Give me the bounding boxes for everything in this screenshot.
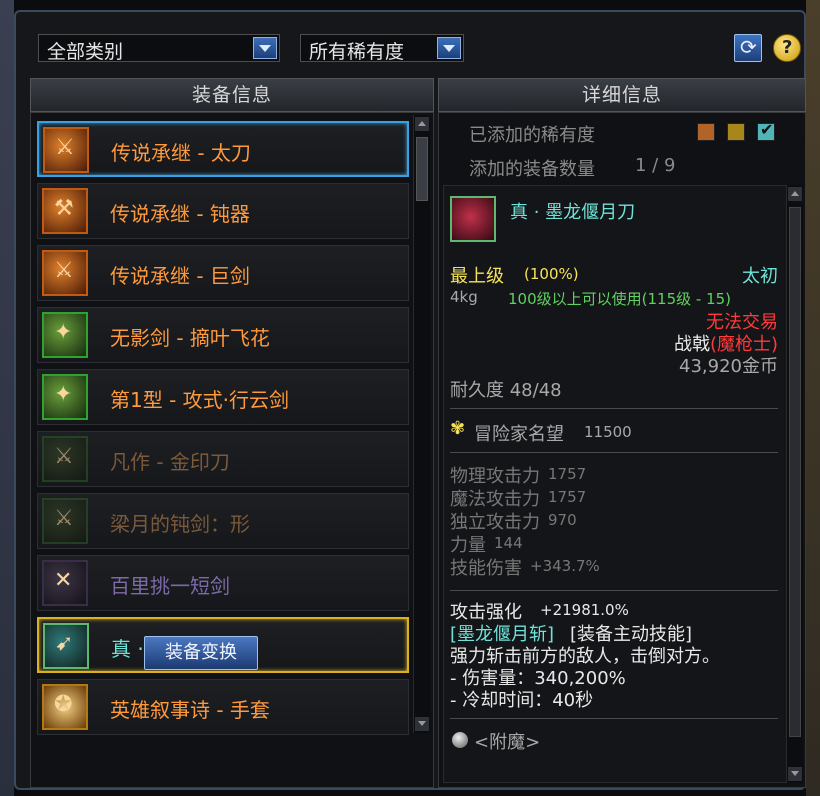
rarity-filter-rare[interactable] [697,123,715,141]
background-left [0,0,14,796]
katana-icon: ⚔ [43,127,89,173]
item-icon-glyph: ⚔ [54,506,74,531]
glove-icon: ✪ [42,684,88,730]
enchant-orb-icon [452,732,468,748]
blunt-icon: ⚒ [42,188,88,234]
scrollbar-thumb[interactable] [416,137,428,201]
scrollbar-thumb[interactable] [789,207,801,737]
shortsword-icon: ✕ [42,560,88,606]
sword-icon: ✦ [42,374,88,420]
divider [450,408,778,409]
rarity-filter-primeval-checked[interactable]: ✔ [757,120,775,141]
price-text: 43,920金币 [679,356,778,377]
sword-icon: ✦ [42,312,88,358]
enchant-text: <附魔> [474,732,541,753]
scroll-down-icon[interactable] [415,717,429,731]
fame-value: 11500 [584,423,632,441]
category-dropdown-value: 全部类别 [47,41,124,63]
rarity-dropdown-value: 所有稀有度 [309,41,405,63]
item-icon-glyph: ⚒ [54,196,74,221]
equipment-item[interactable]: ✕ 百里挑一短剑 [37,555,409,611]
item-icon-glyph: ✦ [54,320,73,345]
item-icon-glyph: ⚔ [54,258,74,283]
item-icon-glyph: ✪ [54,692,73,717]
equipment-item-name: 无影剑 - 摘叶飞花 [110,326,270,350]
item-icon-glyph: ⚔ [55,135,75,160]
added-count-label: 添加的装备数量 [469,159,595,180]
detail-info-header: 详细信息 [438,78,806,112]
equipment-list-panel: ⚔ 传说承继 - 太刀 ⚒ 传说承继 - 钝器 ⚔ 传说承继 - 巨剑 ✦ 无影剑 - 摘叶飞… [30,112,434,788]
tooltip-item-name: 真 · 墨龙偃月刀 [510,202,636,223]
scroll-up-icon[interactable] [788,187,802,201]
equipment-item-name: 凡作 - 金印刀 [110,450,230,474]
equipment-convert-button[interactable]: 装备变换 [144,636,258,670]
detail-scrollbar[interactable] [787,185,803,783]
item-icon-glyph: ➹ [55,631,74,656]
item-tooltip: 真 · 墨龙偃月刀 最上级 (100%) 太初 4kg 100级以上可以使用(1… [443,185,787,783]
skill-cooldown: - 冷却时间：40秒 [450,690,594,711]
stat-label: 技能伤害 [450,558,522,579]
crest-icon: ✾ [450,418,466,439]
equipment-item-name: 英雄叙事诗 - 手套 [110,698,270,722]
glaive-icon: ➹ [43,623,89,669]
stat-value: 970 [548,511,577,529]
fame-label: 冒险家名望 [474,424,564,445]
glaive-icon [450,196,496,242]
equipment-item[interactable]: ✦ 第1型 - 攻式·行云剑 [37,369,409,425]
equipment-item[interactable]: ⚔ 凡作 - 金印刀 [37,431,409,487]
scroll-up-icon[interactable] [415,117,429,131]
rarity-filter-unique[interactable] [727,123,745,141]
equipment-item[interactable]: ✦ 无影剑 - 摘叶飞花 [37,307,409,363]
weight-text: 4kg [450,288,478,306]
item-icon-glyph: ⚔ [54,444,74,469]
grade-label: 最上级 [450,266,504,287]
equipment-item[interactable]: ⚔ 梁月的钝剑：形 [37,493,409,549]
equipment-item-name: 传说承继 - 巨剑 [110,264,250,288]
greatsword-icon: ⚔ [42,250,88,296]
item-icon-glyph: ✕ [54,568,73,593]
equipment-item-name: 第1型 - 攻式·行云剑 [110,388,290,412]
checkmark-icon: ✔ [760,120,774,139]
help-icon[interactable] [773,34,801,62]
stat-value: 1757 [548,488,587,506]
scroll-down-icon[interactable] [788,767,802,781]
equipment-item[interactable]: ⚔ 传说承继 - 太刀 [37,121,409,177]
stat-value: 144 [494,534,523,552]
added-rarity-label: 已添加的稀有度 [469,125,595,146]
equipment-item-name: 梁月的钝剑：形 [110,512,250,536]
added-count-value: 1 / 9 [635,155,676,176]
equipment-item[interactable]: ⚒ 传说承继 - 钝器 [37,183,409,239]
rarity-dropdown[interactable]: 所有稀有度 [300,34,464,63]
equipment-item[interactable]: ⚔ 传说承继 - 巨剑 [37,245,409,301]
equipment-info-header: 装备信息 [30,78,434,112]
category-dropdown[interactable]: 全部类别 [38,34,280,63]
stat-value: 1757 [548,465,587,483]
grade-percent: (100%) [524,265,579,283]
chevron-down-icon[interactable] [253,37,277,59]
durability-text: 耐久度 48/48 [450,380,562,401]
equipment-item-name: 传说承继 - 太刀 [111,141,251,165]
equipment-item[interactable]: ✪ 英雄叙事诗 - 手套 [37,679,409,735]
background-right [806,0,820,796]
rarity-label: 太初 [742,266,778,287]
stat-value: +343.7% [530,557,600,575]
blade-icon: ⚔ [42,436,88,482]
attack-boost-value: +21981.0% [540,601,629,619]
equipment-item-name: 传说承继 - 钝器 [110,202,250,226]
divider [450,718,778,719]
equipment-item-name: 百里挑一短剑 [110,574,230,598]
blade-icon: ⚔ [42,498,88,544]
detail-panel: 已添加的稀有度 ✔ 添加的装备数量 1 / 9 真 · 墨龙偃月刀 最上级 (1… [438,112,806,788]
item-icon-glyph: ✦ [54,382,73,407]
refresh-icon[interactable] [734,34,762,62]
divider [450,452,778,453]
chevron-down-icon[interactable] [437,37,461,59]
equipment-list-scrollbar[interactable] [413,115,430,733]
level-requirement: 100级以上可以使用(115级 - 15) [508,290,732,308]
divider [450,590,778,591]
